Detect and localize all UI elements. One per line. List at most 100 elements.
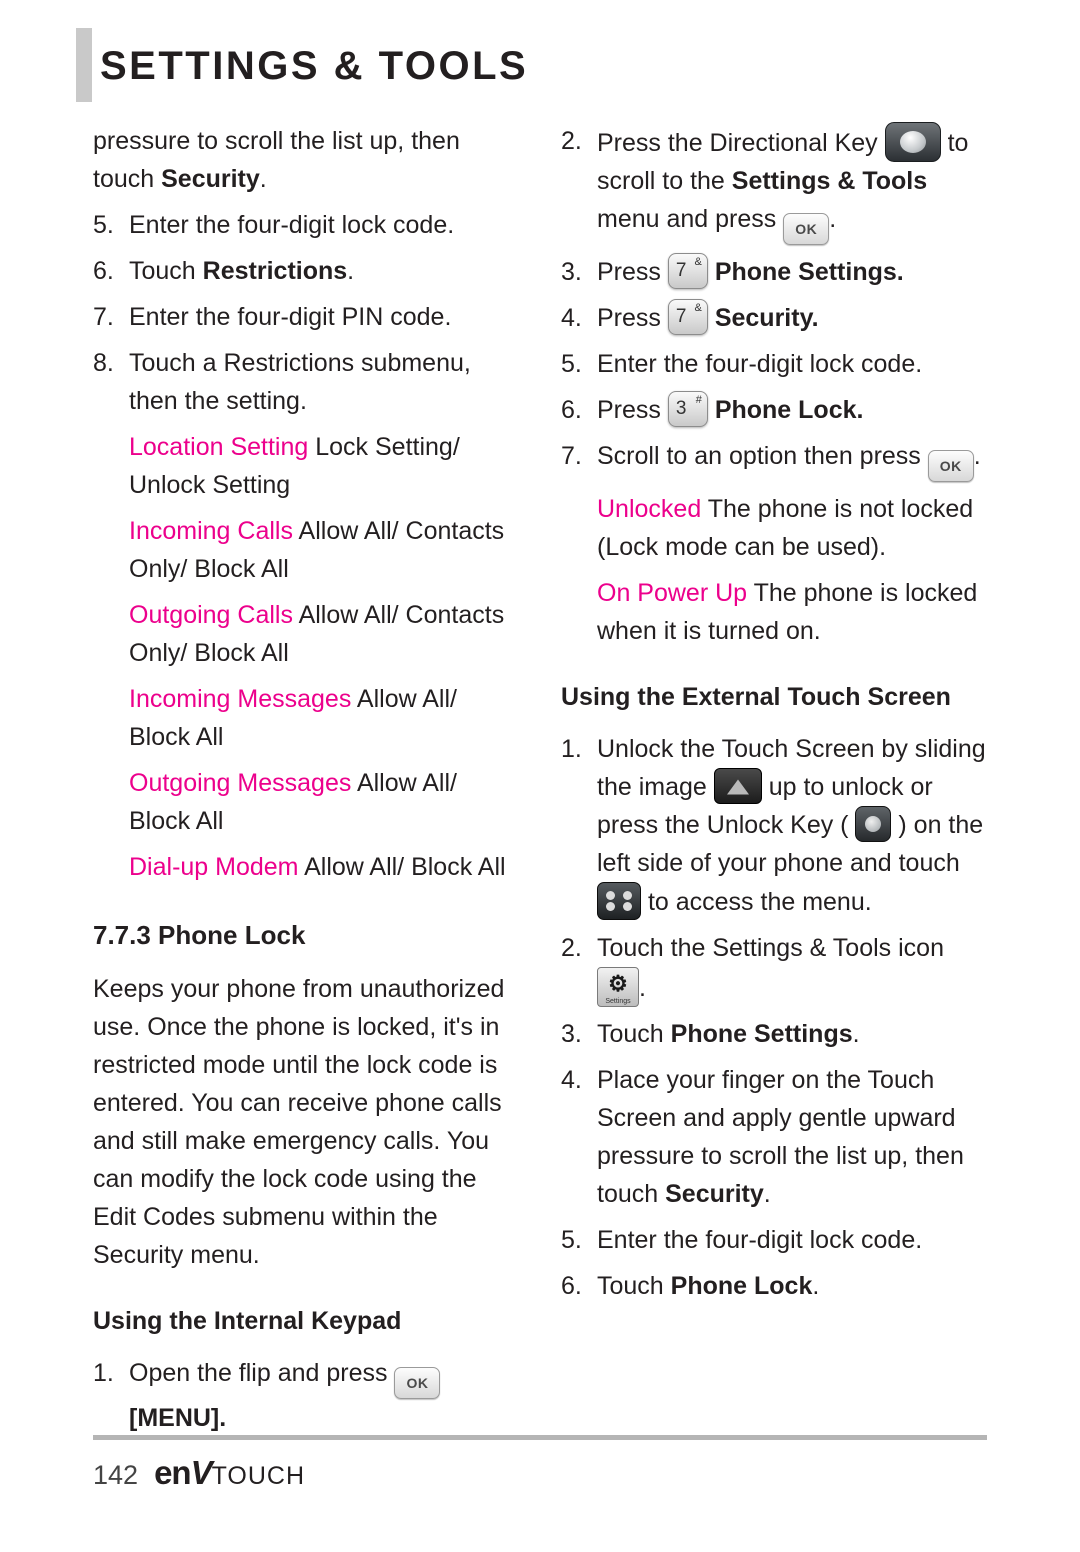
key-3-digit: 3 bbox=[675, 398, 687, 419]
step-text: Place your finger on the Touch Screen an… bbox=[597, 1061, 991, 1213]
step-text: Enter the four-digit lock code. bbox=[597, 350, 923, 378]
continued-paragraph-end: . bbox=[259, 165, 267, 193]
continued-paragraph-bold: Security bbox=[161, 165, 260, 193]
step-text: Press 7 & Phone Settings. bbox=[597, 253, 991, 291]
step-number: 5. bbox=[561, 1226, 582, 1254]
footer-divider bbox=[93, 1435, 987, 1440]
step-text-pre: Touch bbox=[597, 1272, 671, 1300]
step-text-bold: Restrictions bbox=[202, 257, 348, 285]
step-number: 1. bbox=[93, 1359, 114, 1387]
section-body-text: Keeps your phone from unauthorized use. … bbox=[93, 975, 505, 1269]
directional-key-icon bbox=[884, 122, 941, 162]
step-text-end: . bbox=[812, 1272, 820, 1300]
key-3-symbol: # bbox=[695, 394, 702, 406]
step-number: 2. bbox=[561, 127, 582, 155]
list-item: 6. Touch Phone Lock. bbox=[561, 1267, 991, 1305]
ok-key-icon: OK bbox=[927, 450, 974, 482]
option-label: Location Setting bbox=[129, 433, 309, 461]
option-label: Outgoing Messages bbox=[129, 769, 352, 797]
page-header: SETTINGS & TOOLS bbox=[76, 24, 1016, 104]
step-text: Unlock the Touch Screen by sliding the i… bbox=[597, 730, 991, 921]
step-number: 5. bbox=[561, 350, 582, 378]
list-item: 5. Enter the four-digit lock code. bbox=[561, 345, 991, 383]
key-3-icon: 3 # bbox=[667, 391, 708, 427]
step-text: Touch a Restrictions submenu, then the s… bbox=[129, 349, 471, 415]
step-text-bold: Security bbox=[665, 1180, 764, 1208]
step-text: Scroll to an option then press OK. bbox=[597, 437, 991, 482]
list-item: 2. Touch the Settings & Tools icon ⚙ Sett… bbox=[561, 929, 991, 1007]
list-item: 6. Touch Restrictions. bbox=[93, 252, 523, 290]
option-label: Dial-up Modem bbox=[129, 853, 299, 881]
step-text-post: . bbox=[347, 257, 355, 285]
footer-row: 142 enVTOUCH bbox=[93, 1454, 987, 1492]
step-text-end: . bbox=[852, 1020, 860, 1048]
step-number: 5. bbox=[93, 211, 114, 239]
step-number: 7. bbox=[93, 303, 114, 331]
logo-v: V bbox=[190, 1454, 213, 1491]
key-7-icon: 7 & bbox=[667, 253, 708, 289]
step-number: 4. bbox=[561, 304, 582, 332]
step-text-bold: Phone Lock bbox=[670, 1272, 813, 1300]
menu-key-icon bbox=[597, 882, 641, 920]
step-text-bold: Settings & Tools bbox=[731, 167, 928, 195]
step-text-end: . bbox=[856, 396, 864, 424]
section-heading: 7.7.3 Phone Lock bbox=[93, 920, 306, 950]
option-label: Incoming Calls bbox=[129, 517, 293, 545]
step-number: 8. bbox=[93, 349, 114, 377]
step-text: Open the flip and press OK [MENU]. bbox=[129, 1354, 523, 1437]
step-number: 1. bbox=[561, 735, 582, 763]
step-text-bold: Phone Settings bbox=[670, 1020, 853, 1048]
key-7-digit: 7 bbox=[675, 306, 687, 327]
header-accent-bar bbox=[76, 28, 92, 102]
list-item: 7. Enter the four-digit PIN code. bbox=[93, 298, 523, 336]
ok-key-icon: OK bbox=[783, 213, 830, 245]
step-number: 6. bbox=[93, 257, 114, 285]
step-text-pre: Open the flip and press bbox=[129, 1359, 388, 1387]
option-item: On Power Up The phone is locked when it … bbox=[597, 574, 991, 650]
option-label: Outgoing Calls bbox=[129, 601, 293, 629]
continued-paragraph-text: pressure to scroll the list up, then tou… bbox=[93, 127, 460, 193]
option-label: Unlocked bbox=[597, 495, 702, 523]
step-text-bold: [MENU] bbox=[129, 1404, 220, 1432]
list-item: 8. Touch a Restrictions submenu, then th… bbox=[93, 344, 523, 420]
list-item: 5. Enter the four-digit lock code. bbox=[561, 1221, 991, 1259]
step-text-end: . bbox=[829, 205, 837, 233]
step-text: Press 7 & Security. bbox=[597, 299, 991, 337]
option-item: Incoming Messages Allow All/ Block All bbox=[129, 680, 523, 756]
list-item: 1. Unlock the Touch Screen by sliding th… bbox=[561, 730, 991, 921]
logo-en: en bbox=[154, 1454, 192, 1491]
step-number: 6. bbox=[561, 1272, 582, 1300]
slide-up-image-icon bbox=[713, 768, 762, 804]
option-item: Incoming Calls Allow All/ Contacts Only/… bbox=[129, 512, 523, 588]
right-column: 2. Press the Directional Key to scroll t… bbox=[561, 122, 991, 1313]
step-number: 4. bbox=[561, 1066, 582, 1094]
step-text-end: . bbox=[896, 258, 904, 286]
list-item: 2. Press the Directional Key to scroll t… bbox=[561, 122, 991, 245]
step-text: Enter the four-digit PIN code. bbox=[129, 303, 452, 331]
step-text-pre: Press the Directional Key bbox=[597, 129, 878, 157]
step-text-end: . bbox=[219, 1404, 227, 1432]
option-item: Dial-up Modem Allow All/ Block All bbox=[129, 848, 523, 886]
option-label: Incoming Messages bbox=[129, 685, 352, 713]
step-text: Touch Phone Lock. bbox=[597, 1267, 991, 1305]
logo-touch: TOUCH bbox=[211, 1462, 306, 1490]
option-item: Outgoing Messages Allow All/ Block All bbox=[129, 764, 523, 840]
continued-paragraph: pressure to scroll the list up, then tou… bbox=[93, 122, 523, 198]
key-7-symbol: & bbox=[694, 256, 702, 268]
subsection-heading: Using the Internal Keypad bbox=[93, 1307, 402, 1335]
list-item: 3. Touch Phone Settings. bbox=[561, 1015, 991, 1053]
step-text-end: . bbox=[639, 974, 646, 1002]
list-item: 3. Press 7 & Phone Settings. bbox=[561, 253, 991, 291]
step-text-bold: Phone Lock bbox=[714, 396, 857, 424]
step-text-p4: to access the menu. bbox=[647, 888, 872, 916]
step-text-pre: Press bbox=[597, 304, 661, 332]
settings-tools-caption: Settings bbox=[605, 998, 631, 1005]
page-title: SETTINGS & TOOLS bbox=[100, 44, 529, 88]
step-number: 6. bbox=[561, 396, 582, 424]
settings-tools-icon: ⚙ Settings bbox=[597, 967, 639, 1007]
option-item: Unlocked The phone is not locked (Lock m… bbox=[597, 490, 991, 566]
step-text-end: . bbox=[973, 442, 981, 470]
page-footer: 142 enVTOUCH bbox=[93, 1435, 987, 1492]
step-text-pre: Place your finger on the Touch Screen an… bbox=[597, 1066, 964, 1208]
option-item: Location Setting Lock Setting/ Unlock Se… bbox=[129, 428, 523, 504]
